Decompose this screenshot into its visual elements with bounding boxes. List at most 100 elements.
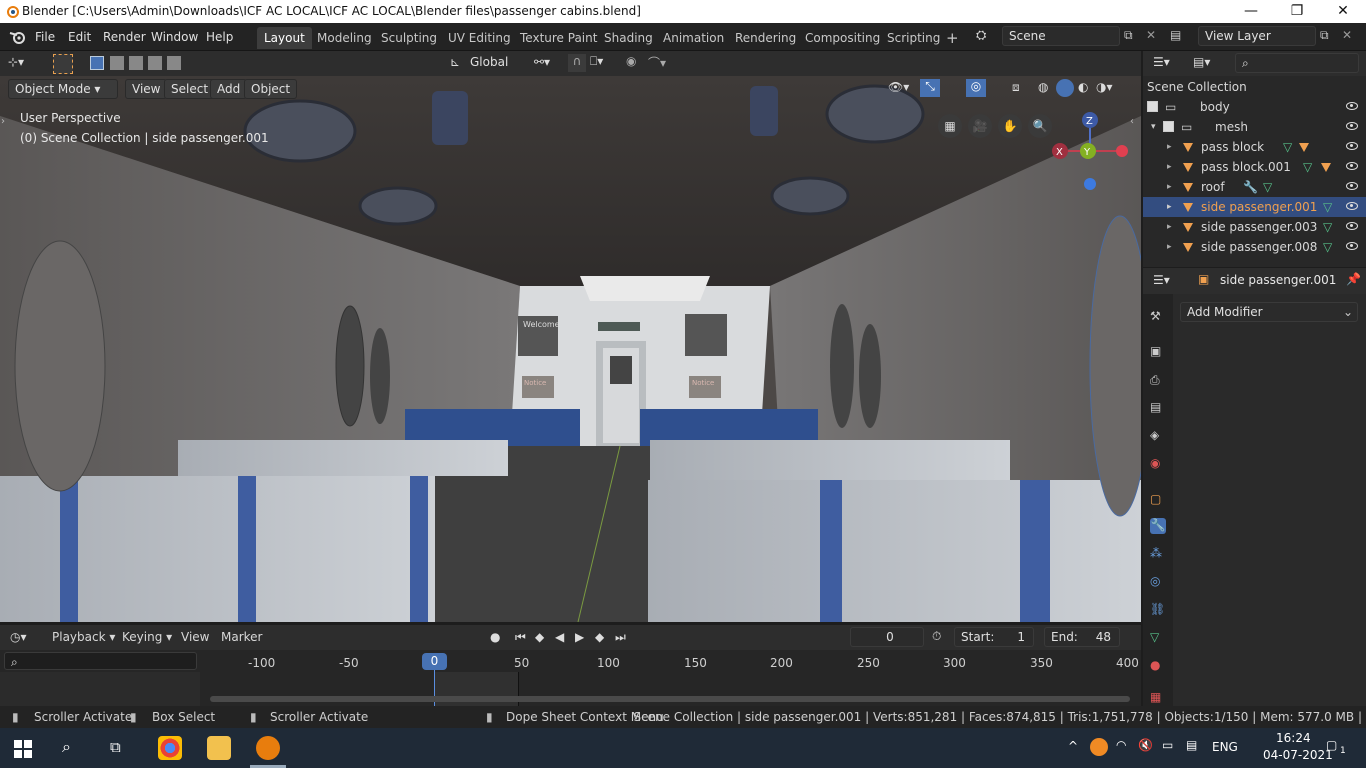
tab-scripting[interactable]: Scripting (880, 27, 947, 49)
timeline-search-field[interactable]: ⌕ (4, 652, 197, 670)
tab-texture-paint[interactable]: Texture Paint (513, 27, 604, 49)
outliner-root[interactable]: Scene Collection (1143, 77, 1366, 97)
scene-copy-icon[interactable]: ⧉ (1124, 28, 1133, 43)
jump-start-icon[interactable]: ⏮ (515, 630, 526, 645)
tab-uv-editing[interactable]: UV Editing (441, 27, 518, 49)
minimize-button[interactable]: — (1228, 0, 1274, 23)
zoom-view-icon[interactable]: 🔍 (1028, 114, 1052, 138)
overlay-toggle-icon[interactable]: ◎ (966, 79, 986, 97)
pan-view-icon[interactable]: ✋ (998, 114, 1022, 138)
pin-icon[interactable]: 📌 (1346, 272, 1361, 286)
world-tab-icon[interactable]: ◉ (1150, 456, 1166, 472)
snap-target-icon[interactable]: ⎕▾ (590, 54, 603, 69)
outliner-row-mesh[interactable]: ▾ ▭ mesh (1143, 117, 1366, 137)
texture-tab-icon[interactable]: ▦ (1150, 690, 1166, 706)
falloff-icon[interactable]: ⌒▾ (648, 54, 666, 71)
tray-app-icon[interactable] (1090, 738, 1108, 756)
data-tab-icon[interactable]: ▽ (1150, 630, 1166, 646)
view-layer-name-field[interactable]: View Layer (1198, 26, 1316, 46)
eye-icon[interactable] (1346, 102, 1358, 110)
playhead-handle[interactable]: 0 (422, 653, 447, 670)
scene-remove-icon[interactable]: ✕ (1146, 28, 1156, 42)
prev-keyframe-icon[interactable]: ◆ (535, 630, 544, 644)
timeline-scrollbar[interactable] (210, 696, 1130, 702)
outliner-search-field[interactable]: ⌕ (1235, 53, 1359, 73)
select-subtract-icon[interactable] (129, 56, 143, 70)
modifier-tab-icon[interactable]: 🔧 (1150, 518, 1166, 534)
file-explorer-icon[interactable] (207, 736, 231, 760)
expand-icon[interactable]: ▸ (1167, 197, 1172, 217)
object-tab-icon[interactable]: ▢ (1150, 492, 1166, 508)
properties-editor-type-icon[interactable]: ☰▾ (1153, 273, 1170, 287)
timeline-menu-keying[interactable]: Keying ▾ (122, 630, 172, 644)
gizmo-toggle-icon[interactable]: ⤡ (920, 79, 940, 97)
language-indicator[interactable]: ENG (1212, 740, 1238, 754)
particles-tab-icon[interactable]: ⁂ (1150, 546, 1166, 562)
timeline-area[interactable]: ⌕ -100 -50 50 100 150 200 250 300 350 40… (0, 650, 1141, 706)
expand-icon[interactable]: ▸ (1167, 217, 1172, 237)
windows-start-icon[interactable] (14, 740, 32, 758)
blender-taskbar-icon[interactable] (256, 736, 280, 760)
constraints-tab-icon[interactable]: ⛓ (1150, 602, 1166, 618)
eye-icon[interactable] (1346, 202, 1358, 210)
notification-icon[interactable]: ▢ (1326, 738, 1337, 752)
menu-render[interactable]: Render (98, 28, 151, 46)
mode-dropdown[interactable]: Object Mode ▾ (8, 79, 118, 99)
menu-file[interactable]: File (30, 28, 60, 46)
wifi-icon[interactable]: ◠ (1116, 738, 1126, 752)
outliner-row-side-passenger-003[interactable]: ▸ side passenger.003 ▽ (1143, 217, 1366, 237)
toggle-grid-icon[interactable]: ▦ (938, 114, 962, 138)
eye-icon[interactable] (1346, 182, 1358, 190)
3d-viewport[interactable]: › Object Mode ▾ View Select Add Object U… (0, 76, 1141, 622)
display-icon[interactable]: ▤ (1186, 738, 1197, 752)
shading-solid-icon[interactable] (1056, 79, 1074, 97)
tab-layout[interactable]: Layout (257, 27, 312, 49)
menu-help[interactable]: Help (201, 28, 238, 46)
select-tool-icon[interactable] (53, 54, 73, 74)
tab-compositing[interactable]: Compositing (798, 27, 887, 49)
tab-sculpting[interactable]: Sculpting (374, 27, 444, 49)
outliner-row-pass-block[interactable]: ▸ pass block ▽ (1143, 137, 1366, 157)
blender-menu-icon[interactable] (9, 29, 27, 45)
volume-muted-icon[interactable]: 🔇 (1138, 738, 1153, 752)
current-frame-field[interactable]: 0 (850, 627, 924, 647)
sidebar-expand-icon[interactable]: ‹ (1130, 116, 1134, 127)
clock-time[interactable]: 16:24 (1276, 731, 1311, 745)
physics-tab-icon[interactable]: ◎ (1150, 574, 1166, 590)
outliner-row-body[interactable]: ▭ body (1143, 97, 1366, 117)
xray-icon[interactable]: ⧈ (1012, 80, 1020, 95)
menu-window[interactable]: Window (146, 28, 203, 46)
eye-icon[interactable] (1346, 242, 1358, 250)
expand-icon[interactable]: ▸ (1167, 237, 1172, 257)
restore-button[interactable]: ❐ (1274, 0, 1320, 23)
show-hidden-icons[interactable]: ^ (1068, 739, 1078, 753)
display-mode-icon[interactable]: ▤▾ (1193, 55, 1210, 69)
material-tab-icon[interactable]: ● (1150, 658, 1166, 674)
add-modifier-dropdown[interactable]: Add Modifier ⌄ (1180, 302, 1358, 322)
shading-material-icon[interactable]: ◐ (1078, 80, 1088, 94)
viewport-menu-add[interactable]: Add (210, 79, 248, 99)
output-tab-icon[interactable]: ⎙ (1150, 373, 1166, 389)
eye-icon[interactable] (1346, 142, 1358, 150)
outliner-row-roof[interactable]: ▸ roof 🔧 ▽ (1143, 177, 1366, 197)
menu-edit[interactable]: Edit (63, 28, 96, 46)
play-icon[interactable]: ▶ (575, 630, 584, 644)
jump-end-icon[interactable]: ⏭ (615, 630, 626, 645)
timeline-menu-view[interactable]: View (181, 630, 209, 644)
outliner-editor-type-icon[interactable]: ☰▾ (1153, 55, 1170, 69)
timeline-menu-playback[interactable]: Playback ▾ (52, 630, 115, 644)
camera-view-icon[interactable]: 🎥 (968, 114, 992, 138)
toolbar-expand-icon[interactable]: › (1, 116, 5, 127)
expand-icon[interactable]: ▸ (1167, 177, 1172, 197)
outliner-row-side-passenger-008[interactable]: ▸ side passenger.008 ▽ (1143, 237, 1366, 257)
next-keyframe-icon[interactable]: ◆ (595, 630, 604, 644)
expand-icon[interactable]: ▸ (1167, 137, 1172, 157)
viewport-menu-object[interactable]: Object (244, 79, 298, 99)
viewport-menu-select[interactable]: Select (164, 79, 216, 99)
end-frame-field[interactable]: End: 48 (1044, 627, 1120, 647)
view-layer-copy-icon[interactable]: ⧉ (1320, 28, 1329, 43)
expand-icon[interactable]: ▸ (1167, 157, 1172, 177)
eye-icon[interactable] (1346, 122, 1358, 130)
add-workspace-button[interactable]: + (939, 27, 966, 49)
view-layer-tab-icon[interactable]: ▤ (1150, 400, 1166, 416)
